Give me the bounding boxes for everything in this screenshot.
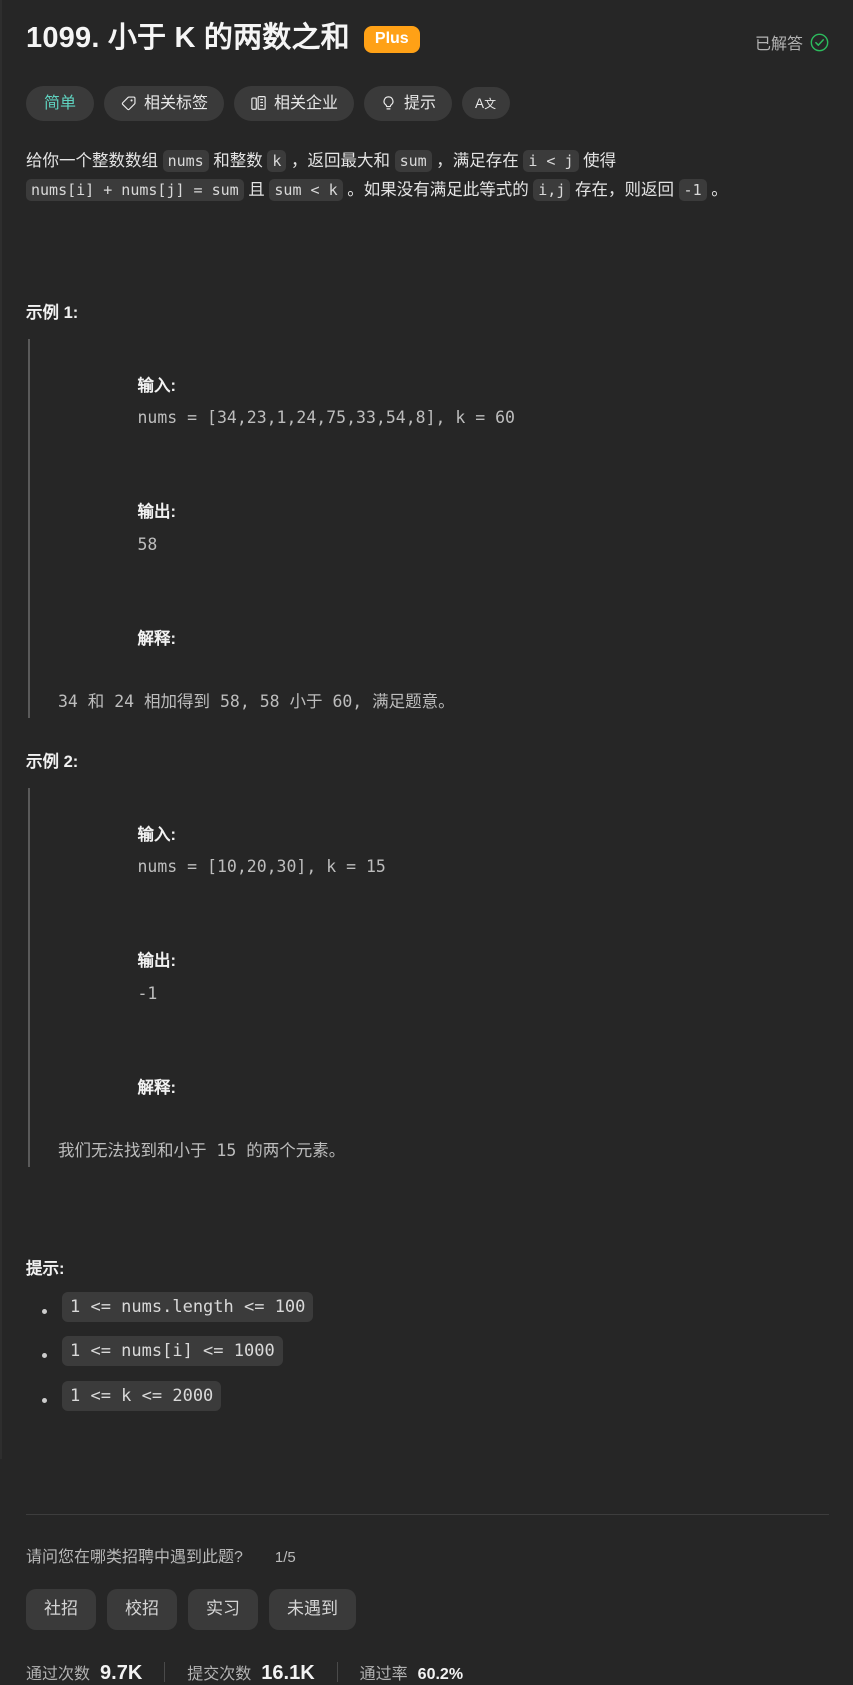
constraint-code-2: 1 <= k <= 2000 <box>62 1380 222 1411</box>
constraint-code-0: 1 <= nums.length <= 100 <box>62 1291 314 1322</box>
stat-separator <box>336 1662 338 1683</box>
example-1-title: 示例 1: <box>26 303 79 322</box>
svg-text:文: 文 <box>484 98 496 112</box>
svg-text:A: A <box>475 97 484 112</box>
example-2-block: 输入: nums = [10,20,30], k = 15 输出: -1 解释:… <box>28 787 829 1167</box>
hints-chip[interactable]: 提示 <box>364 85 453 122</box>
constraints-title: 提示: <box>26 1259 65 1278</box>
problem-header-section: 1099. 小于 K 的两数之和 Plus 已解答 简单 相关标签 相关企业 提… <box>2 0 853 1411</box>
survey-head: 请问您在哪类招聘中遇到此题? 1/5 <box>26 1543 829 1567</box>
code-ij: i,j <box>533 178 571 201</box>
example-2-explain-label-line: 解释: <box>58 1040 829 1135</box>
page-title: 1099. 小于 K 的两数之和 <box>26 22 350 54</box>
code-k: k <box>267 150 287 173</box>
code-minus-one: -1 <box>678 178 707 201</box>
survey-option-shezhao[interactable]: 社招 <box>26 1588 96 1630</box>
list-item: 1 <= nums.length <= 100 <box>42 1291 829 1322</box>
example-2-input-label: 输入: <box>137 826 176 844</box>
example-1-explain-value: 34 和 24 相加得到 58, 58 小于 60, 满足题意。 <box>58 692 455 712</box>
survey-option-shixi[interactable]: 实习 <box>188 1588 258 1630</box>
survey-option-weiyudao[interactable]: 未遇到 <box>269 1588 356 1630</box>
problem-page: 1099. 小于 K 的两数之和 Plus 已解答 简单 相关标签 相关企业 提… <box>0 0 853 1684</box>
list-item: 1 <= nums[i] <= 1000 <box>42 1336 829 1367</box>
constraints-list: 1 <= nums.length <= 100 1 <= nums[i] <= … <box>26 1291 829 1411</box>
solved-label: 已解答 <box>754 36 803 53</box>
header-row: 1099. 小于 K 的两数之和 Plus 已解答 <box>26 0 829 58</box>
survey-option-xiaozhao[interactable]: 校招 <box>107 1588 177 1630</box>
constraint-code-1: 1 <= nums[i] <= 1000 <box>62 1336 283 1367</box>
example-2-output-value: -1 <box>137 983 158 1003</box>
survey-counter: 1/5 <box>274 1548 296 1566</box>
example-1-input-value: nums = [34,23,1,24,75,33,54,8], k = 60 <box>137 408 515 428</box>
hints-label: 提示 <box>404 94 437 112</box>
example-2-output-label: 输出: <box>137 952 176 971</box>
translate-icon: A 文 <box>475 94 497 112</box>
description-text: 给你一个整数数组 <box>26 152 163 171</box>
related-companies-chip[interactable]: 相关企业 <box>234 85 355 122</box>
example-1-output-line: 输出: 58 <box>58 465 829 591</box>
example-2-title: 示例 2: <box>26 752 79 771</box>
survey-section: 请问您在哪类招聘中遇到此题? 1/5 社招 校招 实习 未遇到 <box>2 1543 853 1630</box>
stat-acceptance-rate-label: 通过率 <box>359 1666 408 1684</box>
stats-bar: 通过次数 9.7K 提交次数 16.1K 通过率 60.2% <box>2 1660 853 1685</box>
survey-options: 社招 校招 实习 未遇到 <box>26 1588 829 1630</box>
example-1-input-line: 输入: nums = [34,23,1,24,75,33,54,8], k = … <box>58 339 829 465</box>
stat-submissions-value: 16.1K <box>261 1661 315 1684</box>
example-1-block: 输入: nums = [34,23,1,24,75,33,54,8], k = … <box>28 338 829 718</box>
difficulty-chip[interactable]: 简单 <box>26 85 95 122</box>
example-2-input-line: 输入: nums = [10,20,30], k = 15 <box>58 788 829 914</box>
survey-question: 请问您在哪类招聘中遇到此题? <box>26 1548 243 1566</box>
translate-chip[interactable]: A 文 <box>462 87 511 120</box>
stat-acceptance-rate: 通过率 60.2% <box>360 1660 463 1684</box>
difficulty-label: 简单 <box>44 94 77 112</box>
example-2-output-line: 输出: -1 <box>58 914 829 1040</box>
example-1-output-value: 58 <box>137 534 158 554</box>
example-1-explain-label: 解释: <box>137 629 176 648</box>
stat-accepted: 通过次数 9.7K <box>26 1660 142 1685</box>
stat-submissions: 提交次数 16.1K <box>187 1660 314 1685</box>
stat-separator <box>164 1662 166 1683</box>
example-1-explain-label-line: 解释: <box>58 591 829 686</box>
example-2-input-value: nums = [10,20,30], k = 15 <box>137 857 386 877</box>
problem-description: 给你一个整数数组 nums 和整数 k ，返回最大和 sum ，满足存在 i <… <box>26 150 728 201</box>
section-divider <box>26 1513 829 1515</box>
tag-icon <box>120 95 137 112</box>
solved-status: 已解答 <box>755 20 829 54</box>
title-wrap: 1099. 小于 K 的两数之和 Plus <box>26 20 755 58</box>
related-companies-label: 相关企业 <box>274 94 339 112</box>
check-circle-icon <box>810 33 829 52</box>
code-sum: sum <box>394 150 432 173</box>
stat-acceptance-rate-value: 60.2% <box>417 1666 464 1684</box>
plus-badge: Plus <box>363 26 420 54</box>
code-sum-lt-k: sum < k <box>269 178 343 201</box>
lightbulb-icon <box>380 95 397 112</box>
stat-submissions-label: 提交次数 <box>187 1665 252 1683</box>
chip-row: 简单 相关标签 相关企业 提示 A 文 <box>26 85 829 122</box>
code-nums: nums <box>162 150 209 173</box>
code-i-lt-j: i < j <box>523 150 579 173</box>
stat-accepted-value: 9.7K <box>100 1661 143 1684</box>
code-equation: nums[i] + nums[j] = sum <box>26 178 244 201</box>
related-tags-chip[interactable]: 相关标签 <box>104 85 225 122</box>
example-1-input-label: 输入: <box>137 376 176 395</box>
example-1-output-label: 输出: <box>137 503 176 522</box>
example-2-explain-value: 我们无法找到和小于 15 的两个元素。 <box>58 1141 346 1161</box>
list-item: 1 <= k <= 2000 <box>42 1380 829 1411</box>
example-2-explain-label: 解释: <box>137 1078 176 1097</box>
building-icon <box>250 95 267 112</box>
stat-accepted-label: 通过次数 <box>26 1665 91 1683</box>
related-tags-label: 相关标签 <box>144 94 209 112</box>
